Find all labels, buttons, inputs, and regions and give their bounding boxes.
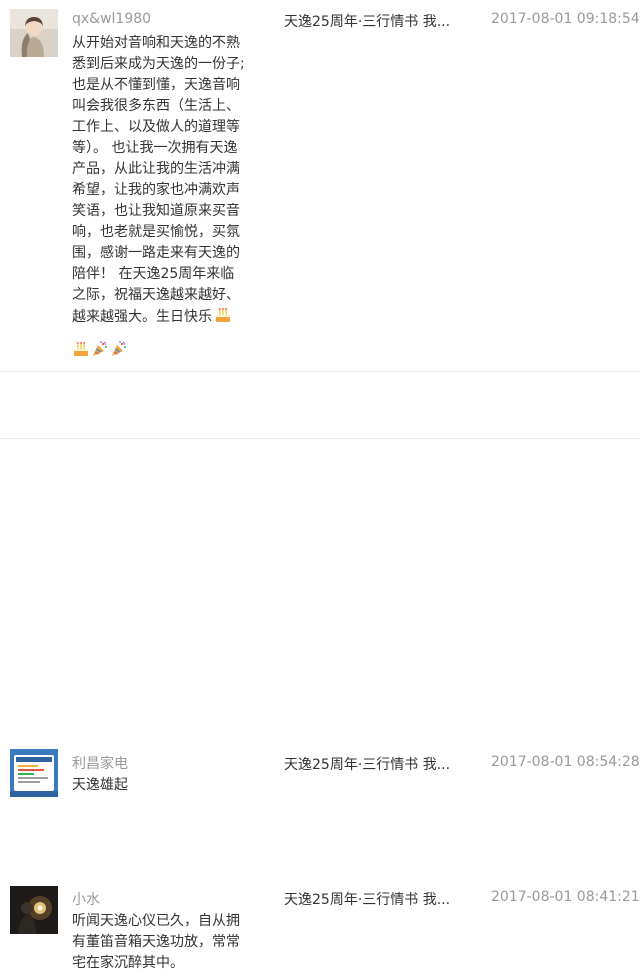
comment-list: qx&wl1980 天逸25周年·三行情书 我... 2017-08-01 09… [0,0,640,971]
comment-row: 利昌家电 天逸25周年·三行情书 我... 2017-08-01 08:54:2… [0,372,640,797]
party-popper-emoji-icon [93,341,107,356]
comment-username[interactable]: qx&wl1980 [72,11,151,27]
comment-row: qx&wl1980 天逸25周年·三行情书 我... 2017-08-01 09… [0,0,640,372]
comment-row: 小水 天逸25周年·三行情书 我... 2017-08-01 08:41:21 … [0,439,640,971]
avatar-photo [10,9,58,57]
avatar[interactable] [10,749,58,797]
comment-article-link[interactable]: 天逸25周年·三行情书 我... [284,754,450,774]
cake-emoji-icon [216,308,230,322]
avatar-photo [10,749,58,797]
comment-timestamp: 2017-08-01 08:41:21 [491,889,640,905]
comment-text: 从开始对音响和天逸的不熟 悉到后来成为天逸的一份子; 也是从不懂到懂，天逸音响 … [72,35,245,325]
comment-article-link[interactable]: 天逸25周年·三行情书 我... [284,889,450,909]
comment-username[interactable]: 小水 [72,889,100,909]
avatar[interactable] [10,9,58,57]
avatar-photo [10,886,58,934]
comment-content: 天逸雄起 [72,777,128,793]
comment-content: 听闻天逸心仪已久，自从拥 有董笛音箱天逸功放，常常 宅在家沉醉其中。 [72,913,240,971]
comment-content: 从开始对音响和天逸的不熟 悉到后来成为天逸的一份子; 也是从不懂到懂，天逸音响 … [72,33,248,328]
cake-emoji-icon [74,342,88,356]
comment-username[interactable]: 利昌家电 [72,753,128,773]
comment-article-link[interactable]: 天逸25周年·三行情书 我... [284,11,450,31]
emoji-row [72,340,128,358]
party-popper-emoji-icon [112,341,126,356]
avatar[interactable] [10,886,58,934]
comment-timestamp: 2017-08-01 09:18:54 [491,11,640,27]
comment-timestamp: 2017-08-01 08:54:28 [491,754,640,770]
